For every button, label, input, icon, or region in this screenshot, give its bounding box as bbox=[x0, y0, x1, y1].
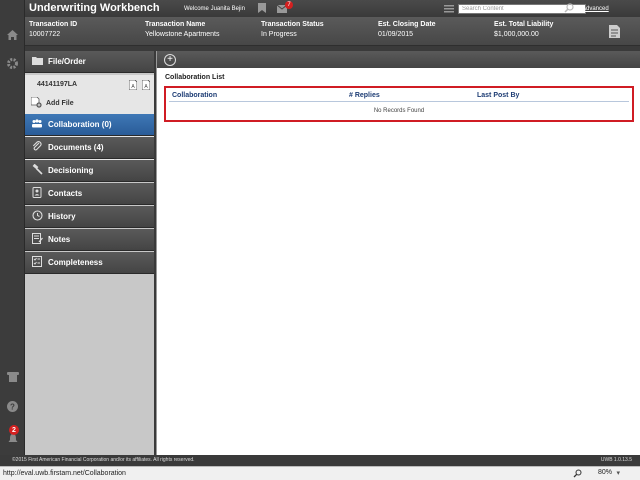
sidebar-item-decisioning[interactable]: Decisioning bbox=[25, 160, 154, 182]
sidebar-item-contacts[interactable]: Contacts bbox=[25, 183, 154, 205]
total-liability-label: Est. Total Liability bbox=[494, 21, 554, 28]
add-collaboration-button[interactable]: + bbox=[164, 54, 176, 66]
column-header-last-post-by[interactable]: Last Post By bbox=[477, 92, 519, 99]
sidebar-item-label: History bbox=[48, 212, 76, 221]
sidebar-item-label: Collaboration (0) bbox=[48, 120, 112, 129]
transaction-status-label: Transaction Status bbox=[261, 21, 324, 28]
footer: ©2015 First American Financial Corporati… bbox=[0, 455, 640, 466]
transaction-name-label: Transaction Name bbox=[145, 21, 206, 28]
sidebar-item-label: Documents (4) bbox=[48, 143, 104, 152]
sidebar-item-documents[interactable]: Documents (4) bbox=[25, 137, 154, 159]
transaction-id-label: Transaction ID bbox=[29, 21, 78, 28]
checklist-icon bbox=[31, 256, 43, 269]
contacts-icon bbox=[31, 187, 43, 200]
bookmark-icon[interactable] bbox=[258, 3, 266, 15]
chevron-down-icon[interactable]: ▾ bbox=[616, 469, 620, 477]
transaction-name-value: Yellowstone Apartments bbox=[145, 31, 220, 38]
list-header: Collaboration # Replies Last Post By bbox=[169, 90, 629, 102]
phone-icon[interactable] bbox=[4, 368, 21, 385]
edit-document-icon[interactable] bbox=[609, 25, 620, 40]
pdf-export-icon[interactable]: A bbox=[141, 79, 151, 92]
closing-date: Est. Closing Date 01/09/2015 bbox=[378, 21, 436, 38]
app-title: Underwriting Workbench bbox=[29, 2, 160, 14]
version-text: UWB 1.0.13.5 bbox=[600, 457, 632, 463]
transaction-status-value: In Progress bbox=[261, 31, 297, 38]
transaction-id: Transaction ID 10007722 bbox=[29, 21, 77, 38]
top-bar: Underwriting Workbench Welcome Juanita B… bbox=[25, 0, 640, 17]
clock-icon bbox=[31, 210, 43, 223]
file-number[interactable]: 44141197LA bbox=[37, 81, 77, 88]
file-order-label: File/Order bbox=[48, 57, 86, 66]
sidebar-item-label: Decisioning bbox=[48, 166, 94, 175]
home-icon[interactable] bbox=[4, 26, 21, 43]
gear-icon[interactable] bbox=[4, 55, 21, 72]
left-panel: File/Order 44141197LA A A Add File Colla… bbox=[25, 51, 154, 455]
main-content: + Collaboration List Collaboration # Rep… bbox=[156, 51, 640, 455]
paperclip-icon bbox=[31, 141, 43, 154]
zoom-level[interactable]: 80% bbox=[598, 469, 612, 476]
add-file-icon bbox=[30, 96, 42, 110]
pdf-icon[interactable]: A bbox=[128, 79, 138, 92]
collaboration-icon bbox=[31, 119, 43, 130]
total-liability-value: $1,000,000.00 bbox=[494, 31, 539, 38]
sidebar-item-label: Completeness bbox=[48, 258, 103, 267]
main-toolbar: + bbox=[157, 51, 640, 68]
empty-message: No Records Found bbox=[373, 108, 425, 114]
gavel-icon bbox=[31, 163, 43, 177]
copyright-text: ©2015 First American Financial Corporati… bbox=[12, 457, 195, 463]
add-file-label: Add File bbox=[46, 100, 74, 107]
collaboration-list: Collaboration # Replies Last Post By No … bbox=[164, 86, 634, 122]
browser-status-bar: http://eval.uwb.firstam.net/Collaboratio… bbox=[0, 466, 640, 480]
zoom-icon bbox=[573, 469, 582, 480]
list-icon[interactable] bbox=[444, 5, 454, 15]
welcome-text: Welcome Juanita Bejin bbox=[184, 6, 245, 12]
transaction-header: Transaction ID 10007722 Transaction Name… bbox=[25, 17, 640, 46]
list-title: Collaboration List bbox=[165, 74, 225, 81]
add-file-button[interactable]: Add File bbox=[30, 96, 74, 110]
notification-badge: 2 bbox=[9, 425, 19, 435]
sidebar-item-history[interactable]: History bbox=[25, 206, 154, 228]
search-icon[interactable] bbox=[564, 3, 574, 15]
transaction-status: Transaction Status In Progress bbox=[261, 21, 324, 38]
column-header-replies[interactable]: # Replies bbox=[349, 92, 380, 99]
notes-icon bbox=[31, 233, 43, 246]
total-liability: Est. Total Liability $1,000,000.00 bbox=[494, 21, 553, 38]
svg-text:?: ? bbox=[10, 403, 15, 412]
transaction-id-value: 10007722 bbox=[29, 31, 61, 38]
file-order-header[interactable]: File/Order bbox=[25, 51, 154, 73]
folder-icon bbox=[31, 56, 43, 67]
status-url: http://eval.uwb.firstam.net/Collaboratio… bbox=[3, 470, 126, 477]
transaction-name: Transaction Name Yellowstone Apartments bbox=[145, 21, 219, 38]
left-rail: ? 2 bbox=[0, 0, 25, 455]
sidebar-item-label: Contacts bbox=[48, 189, 83, 198]
closing-date-label: Est. Closing Date bbox=[378, 21, 436, 28]
messages-badge: 7 bbox=[285, 1, 293, 9]
column-header-collaboration[interactable]: Collaboration bbox=[172, 92, 217, 99]
help-icon[interactable]: ? bbox=[4, 398, 21, 415]
sidebar-item-completeness[interactable]: Completeness bbox=[25, 252, 154, 274]
sidebar-item-collaboration[interactable]: Collaboration (0) bbox=[25, 114, 154, 136]
advanced-search-link[interactable]: Advanced bbox=[582, 6, 609, 12]
closing-date-value: 01/09/2015 bbox=[378, 31, 414, 38]
sidebar-item-notes[interactable]: Notes bbox=[25, 229, 154, 251]
sidebar-item-label: Notes bbox=[48, 235, 71, 244]
